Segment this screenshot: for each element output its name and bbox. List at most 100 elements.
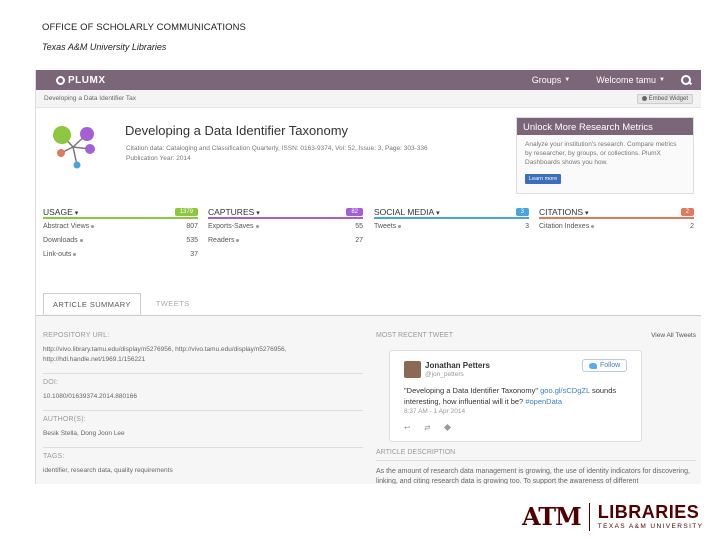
groups-menu[interactable]: Groups ▼ [532,75,570,85]
breadcrumb-bar: Developing a Data Identifier Tax Embed W… [36,90,701,108]
metric-row: Tweets 3 [374,220,529,233]
metric-row-value: 37 [190,251,198,258]
publication-year: Publication Year: 2014 [126,155,191,162]
tweet-link[interactable]: goo.gl/sCDgZL [540,386,590,395]
tweet-text: "Developing a Data Identifier Taxonomy" … [404,385,634,407]
metric-row-value: 2 [690,223,694,230]
metric-label: SOCIAL MEDIA [374,207,435,217]
metric-header[interactable]: CITATIONS ▾ 2 [539,207,694,219]
info-icon[interactable] [79,238,83,242]
metric-row-label: Link-outs [43,251,72,258]
info-icon[interactable] [236,238,240,242]
metric-row: Abstract Views 807 [43,220,198,233]
user-menu[interactable]: Welcome tamu ▼ [596,75,665,85]
info-icon[interactable] [398,224,402,228]
metric-row-value: 807 [186,223,198,230]
summary-column: REPOSITORY URL: http://vivo.library.tamu… [43,332,363,484]
metric-label: CAPTURES [208,207,255,217]
metric-row-label: Exports-Saves [208,223,254,230]
metric-captures: CAPTURES ▾ 82 Exports-Saves 55 Readers 27 [208,207,363,247]
metric-row: Readers 27 [208,234,363,247]
metric-header[interactable]: SOCIAL MEDIA ▾ 3 [374,207,529,219]
metric-count-badge: 82 [346,208,363,216]
groups-label: Groups [531,75,562,85]
tweet-date[interactable]: 8:37 AM - 1 Apr 2014 [404,408,465,415]
chevron-down-icon: ▾ [583,210,589,217]
metric-count-badge: 1379 [174,208,198,216]
doi-value[interactable]: 10.1080/01639374.2014.880166 [43,392,363,402]
learn-more-button[interactable]: Learn more [525,174,562,184]
repo-urls[interactable]: http://vivo.library.tamu.edu/display/n52… [43,345,363,365]
screenshot-frame: PLUMX Groups ▼ Welcome tamu ▼ Developing… [35,70,701,484]
abstract-label: ARTICLE DESCRIPTION [376,449,456,456]
plumprint-icon [53,126,95,169]
info-icon[interactable] [73,252,77,256]
view-all-tweets-link[interactable]: View All Tweets [651,332,696,339]
article-meta: Citation data: Cataloging and Classifica… [126,144,446,164]
authors-label: AUTHOR(S): [43,416,86,423]
metric-count-badge: 3 [515,208,529,216]
divider [43,410,363,411]
metric-row: Downloads 535 [43,234,198,247]
metric-count-badge: 2 [680,208,694,216]
chevron-down-icon: ▾ [72,210,79,217]
metric-row-value: 55 [355,223,363,230]
slide-header: OFFICE OF SCHOLARLY COMMUNICATIONS Texas… [42,22,246,52]
metric-citations: CITATIONS ▾ 2 Citation Indexes 2 [539,207,694,233]
brand-label: PLUMX [68,74,106,86]
tweet-quote: "Developing a Data Identifier Taxonomy" [404,386,539,395]
tweet-hashtag[interactable]: #openData [525,397,562,406]
slide-subtitle: Texas A&M University Libraries [42,42,167,52]
metric-row-label: Citation Indexes [539,223,590,230]
metric-header[interactable]: USAGE ▾ 1379 [43,207,198,219]
promo-body: Analyze your institution's research. Com… [525,141,677,166]
tweet-card: Jonathan Petters @jon_petters Follow "De… [389,350,642,442]
metric-row-label: Abstract Views [43,223,90,230]
metric-social-media: SOCIAL MEDIA ▾ 3 Tweets 3 [374,207,529,233]
embed-widget-button[interactable]: Embed Widget [636,93,693,104]
metric-row: Link-outs 37 [43,248,198,261]
info-icon[interactable] [255,224,259,228]
breadcrumb: Developing a Data Identifier Tax [44,95,137,102]
avatar[interactable] [404,361,421,378]
metric-row-value: 535 [186,237,198,244]
tags-value: identifier, research data, quality requi… [43,467,173,474]
tab-article-summary[interactable]: ARTICLE SUMMARY [43,293,141,315]
slide-title: OFFICE OF SCHOLARLY COMMUNICATIONS [42,22,246,33]
divider [43,373,363,374]
chevron-down-icon: ▼ [659,77,665,83]
metric-label: CITATIONS [539,207,584,217]
authors-value: Besik Stella, Dong Joon Lee [43,430,125,437]
tweet-actions: ↩ ⇄ [404,423,451,432]
plumx-logo[interactable]: PLUMX [56,75,106,86]
tab-tweets[interactable]: TWEETS [147,293,199,315]
divider [43,447,363,448]
university-wordmark: TEXAS A&M UNIVERSITY [597,523,704,530]
embed-icon [641,96,647,101]
tamu-libraries-logo: ATM LIBRARIES TEXAS A&M UNIVERSITY [522,502,703,531]
search-icon[interactable] [681,75,691,85]
like-icon[interactable] [443,423,451,432]
metric-row-value: 3 [525,223,529,230]
tweet-handle[interactable]: @jon_petters [425,371,464,378]
metric-row-label: Tweets [374,223,397,230]
abstract-text: As the amount of research data managemen… [376,468,691,484]
metric-row-label: Readers [208,237,235,244]
doi-label: DOI: [43,379,59,386]
info-icon[interactable] [591,224,595,228]
reply-icon[interactable]: ↩ [404,423,410,432]
citation-line: Citation data: Cataloging and Classifica… [126,145,428,152]
tags-label: TAGS: [43,453,65,460]
metric-header[interactable]: CAPTURES ▾ 82 [208,207,363,219]
tweet-author[interactable]: Jonathan Petters [425,361,490,370]
metric-row-value: 27 [355,237,363,244]
tab-bar: ARTICLE SUMMARY TWEETS [43,293,198,315]
logo-divider [588,502,590,531]
retweet-icon[interactable]: ⇄ [424,423,430,432]
info-icon[interactable] [91,224,95,228]
repo-label: REPOSITORY URL: [43,332,110,339]
plum-icon [56,75,65,85]
tweet-column: MOST RECENT TWEET View All Tweets Jonath… [376,332,696,484]
follow-button[interactable]: Follow [582,359,628,372]
chevron-down-icon: ▾ [254,210,260,217]
